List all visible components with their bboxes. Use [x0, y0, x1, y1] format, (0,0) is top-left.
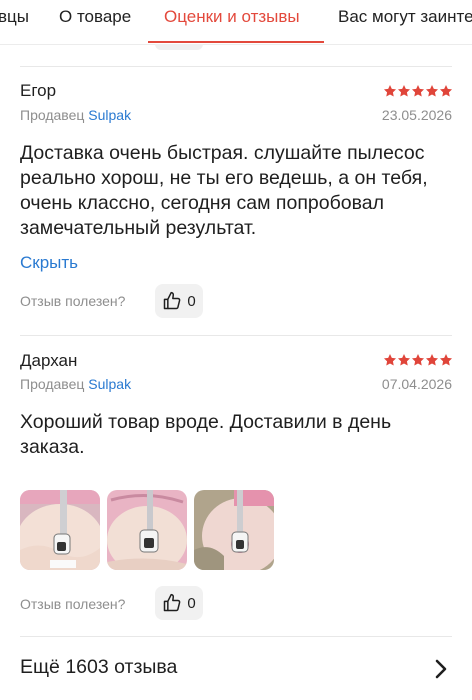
- divider: [20, 335, 452, 336]
- more-reviews-label: Ещё 1603 отзыва: [20, 656, 178, 678]
- tab-sellers[interactable]: вцы: [0, 7, 29, 27]
- previous-like-button-edge: [155, 44, 203, 50]
- star-icon: [439, 354, 453, 366]
- photo-2: [107, 490, 187, 570]
- helpful-question: Отзыв полезен?: [20, 293, 126, 309]
- star-icon: [425, 354, 439, 366]
- thumbs-up-icon: [164, 291, 181, 310]
- star-icon: [411, 85, 425, 97]
- helpful-question: Отзыв полезен?: [20, 596, 126, 612]
- like-count: 0: [187, 292, 196, 310]
- star-icon: [439, 85, 453, 97]
- divider: [20, 636, 452, 637]
- tab-may-interest[interactable]: Вас могут заинте: [338, 7, 472, 27]
- like-count: 0: [187, 594, 196, 612]
- review-seller: Продавец Sulpak: [20, 107, 131, 123]
- like-button[interactable]: 0: [155, 284, 203, 318]
- star-icon: [411, 354, 425, 366]
- star-icon: [397, 85, 411, 97]
- more-reviews-row[interactable]: Ещё 1603 отзыва: [20, 650, 452, 686]
- rating-stars: [383, 84, 453, 98]
- tab-about-product[interactable]: О товаре: [59, 7, 131, 27]
- seller-link[interactable]: Sulpak: [88, 107, 131, 123]
- review-author: Егор: [20, 81, 57, 100]
- seller-prefix: Продавец: [20, 376, 85, 392]
- review-text: Доставка очень быстрая. слушайте пылесос…: [20, 142, 428, 239]
- review-photo[interactable]: [107, 490, 187, 570]
- active-tab-indicator: [148, 41, 324, 43]
- review-photo[interactable]: [194, 490, 274, 570]
- seller-link[interactable]: Sulpak: [88, 376, 131, 392]
- review-seller: Продавец Sulpak: [20, 376, 131, 392]
- rating-stars: [383, 353, 453, 367]
- review-date: 23.05.2026: [381, 107, 452, 123]
- review-text: Хороший товар вроде. Доставили в день за…: [20, 411, 392, 458]
- seller-prefix: Продавец: [20, 107, 85, 123]
- thumbs-up-icon: [164, 593, 181, 612]
- star-icon: [383, 85, 397, 97]
- section-tabs: вцы О товаре Оценки и отзывы Вас могут з…: [0, 0, 472, 45]
- review-date: 07.04.2026: [381, 376, 452, 392]
- like-button[interactable]: 0: [155, 586, 203, 620]
- review-photo[interactable]: [20, 490, 100, 570]
- star-icon: [383, 354, 397, 366]
- star-icon: [425, 85, 439, 97]
- divider: [20, 66, 452, 67]
- review-author: Дархан: [20, 351, 78, 370]
- photo-3: [194, 490, 274, 570]
- star-icon: [397, 354, 411, 366]
- hide-review-link[interactable]: Скрыть: [20, 253, 78, 273]
- tab-reviews[interactable]: Оценки и отзывы: [164, 7, 300, 27]
- chevron-right-icon: [435, 659, 447, 679]
- photo-1: [20, 490, 100, 570]
